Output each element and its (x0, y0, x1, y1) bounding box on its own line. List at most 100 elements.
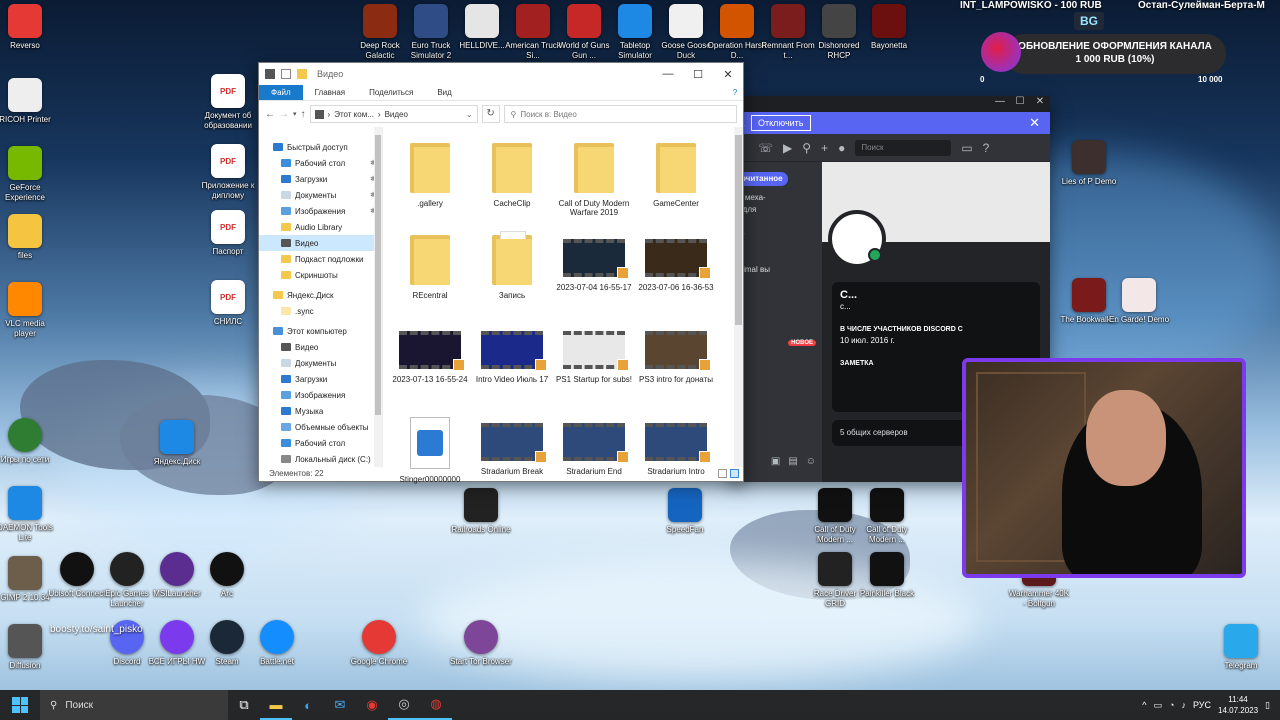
desktop-icon[interactable]: Telegram (1210, 624, 1272, 671)
profile-icon[interactable]: ● (838, 141, 845, 155)
file-item[interactable]: PS1 Startup for subs! (553, 321, 635, 413)
nav-item[interactable]: Загрузки✱ (259, 171, 382, 187)
notifications-icon[interactable]: ▯ (1265, 700, 1270, 711)
nav-item[interactable]: Музыка (259, 403, 382, 419)
new-folder-icon[interactable] (297, 69, 307, 79)
file-item[interactable]: CacheClip (471, 137, 553, 229)
file-item[interactable]: Call of Duty Modern Warfare 2019 (553, 137, 635, 229)
clock[interactable]: 11:44 14.07.2023 (1218, 694, 1258, 716)
nav-item[interactable]: Подкаст подложки (259, 251, 382, 267)
nav-item[interactable]: Документы (259, 355, 382, 371)
volume-icon[interactable]: ♪ (1181, 700, 1186, 710)
nav-item[interactable]: Audio Library (259, 219, 382, 235)
desktop-icon[interactable]: Reverso (0, 4, 56, 51)
maximize-button[interactable]: ☐ (1010, 96, 1030, 112)
desktop-icon[interactable]: Diffusion (0, 624, 56, 671)
sticker-icon[interactable]: ▤ (788, 456, 797, 467)
desktop-icon[interactable]: Battle.net (246, 620, 308, 667)
desktop-icon[interactable]: PDF Приложение к диплому (197, 144, 259, 201)
desktop-icon[interactable]: Google Chrome (348, 620, 410, 667)
refresh-icon[interactable]: ↻ (481, 105, 500, 123)
close-button[interactable]: ✕ (1030, 96, 1050, 112)
file-item[interactable]: Запись (471, 229, 553, 321)
breadcrumb-video[interactable]: Видео (385, 110, 408, 119)
large-icons-view-icon[interactable] (730, 469, 739, 478)
add-member-icon[interactable]: + (821, 141, 828, 155)
video-call-icon[interactable]: ▶ (783, 141, 792, 155)
content-scrollbar[interactable] (734, 127, 743, 467)
nav-item[interactable]: Видео (259, 339, 382, 355)
breadcrumb-this-pc[interactable]: Этот ком... (334, 110, 374, 119)
nav-scrollbar[interactable] (374, 127, 382, 467)
details-view-icon[interactable] (718, 469, 727, 478)
desktop-icon[interactable]: Start Tor Browser (450, 620, 512, 667)
up-arrow-icon[interactable]: ↑ (301, 109, 306, 120)
call-icon[interactable]: ☏ (758, 141, 773, 155)
maximize-button[interactable]: ☐ (683, 68, 713, 81)
desktop-icon[interactable]: PDF СНИЛС (197, 280, 259, 327)
chevron-up-icon[interactable]: ^ (1142, 700, 1146, 710)
desktop-icon[interactable]: Arc (196, 552, 258, 599)
desktop-icon[interactable]: RICOH Printer (0, 78, 56, 125)
desktop-icon[interactable]: DAEMON Tools Lite (0, 486, 56, 543)
language-indicator[interactable]: РУС (1193, 700, 1211, 710)
nav-item[interactable]: Скриншоты (259, 267, 382, 283)
nav-item[interactable]: Документы✱ (259, 187, 382, 203)
desktop-icon[interactable]: Painkiller Black (856, 552, 918, 599)
nav-item[interactable]: Быстрый доступ (259, 139, 382, 155)
inbox-icon[interactable]: ▭ (961, 141, 972, 155)
tab-share[interactable]: Поделиться (357, 85, 425, 100)
recent-dropdown-icon[interactable]: ▾ (293, 110, 297, 118)
avatar[interactable] (828, 210, 886, 268)
help-icon[interactable]: ? (983, 141, 990, 155)
minimize-button[interactable]: — (990, 96, 1010, 112)
file-item[interactable]: Stradarium Break (471, 413, 553, 505)
minimize-button[interactable]: — (653, 68, 683, 81)
nav-item[interactable]: Этот компьютер (259, 323, 382, 339)
obs-icon[interactable]: ◎ (388, 690, 420, 720)
file-explorer-taskbar-icon[interactable]: ▬ (260, 690, 292, 720)
tab-home[interactable]: Главная (303, 85, 357, 100)
file-item[interactable]: 2023-07-13 16-55-24 (389, 321, 471, 413)
desktop-icon[interactable]: Игры по сети (0, 418, 56, 465)
nav-item[interactable]: Рабочий стол (259, 435, 382, 451)
nav-item[interactable]: Изображения (259, 387, 382, 403)
desktop-icon[interactable]: En Garde! Demo (1108, 278, 1170, 325)
close-button[interactable]: ✕ (713, 68, 743, 81)
mail-icon[interactable]: ✉ (324, 690, 356, 720)
tab-view[interactable]: Вид (425, 85, 463, 100)
file-item[interactable]: .gallery (389, 137, 471, 229)
file-item[interactable]: Stradarium End (553, 413, 635, 505)
desktop-icon[interactable]: files (0, 214, 56, 261)
emoji-icon[interactable]: ☺ (806, 456, 816, 467)
desktop-icon[interactable]: VLC media player (0, 282, 56, 339)
tab-file[interactable]: Файл (259, 85, 303, 100)
file-item[interactable]: Stradarium Intro (635, 413, 717, 505)
desktop-icon[interactable]: Яндекс.Диск (146, 420, 208, 467)
desktop-icon[interactable]: Lies of P Demo (1058, 140, 1120, 187)
nav-item[interactable]: Изображения✱ (259, 203, 382, 219)
pin-icon[interactable]: ⚲ (802, 141, 811, 155)
back-arrow-icon[interactable]: ← (265, 109, 275, 120)
chevron-down-icon[interactable]: ⌄ (466, 110, 473, 119)
file-item[interactable]: REcentral (389, 229, 471, 321)
help-icon[interactable]: ? (727, 85, 743, 100)
nav-item[interactable]: Рабочий стол✱ (259, 155, 382, 171)
file-item[interactable]: GameCenter (635, 137, 717, 229)
file-item[interactable]: 2023-07-04 16-55-17 (553, 229, 635, 321)
close-banner-icon[interactable]: ✕ (1029, 115, 1040, 131)
nav-item[interactable]: Видео (259, 235, 382, 251)
search-input[interactable]: ⚲ Поиск в: Видео (503, 105, 737, 123)
start-button[interactable] (0, 690, 40, 720)
properties-icon[interactable] (281, 69, 291, 79)
desktop-icon[interactable]: PDF Документ об образовании (197, 74, 259, 131)
nav-item[interactable]: Загрузки (259, 371, 382, 387)
file-item[interactable]: Stinger00000000 (389, 413, 471, 505)
taskbar-search[interactable]: ⚲ Поиск (40, 690, 228, 720)
file-item[interactable]: Intro Video Июль 17 (471, 321, 553, 413)
file-item[interactable]: 2023-07-06 16-36-53 (635, 229, 717, 321)
nav-item[interactable]: Яндекс.Диск (259, 287, 382, 303)
desktop-icon[interactable]: Bayonetta (858, 4, 920, 51)
desktop-icon[interactable]: PDF Паспорт (197, 210, 259, 257)
disconnect-button[interactable]: Отключить (751, 115, 811, 131)
